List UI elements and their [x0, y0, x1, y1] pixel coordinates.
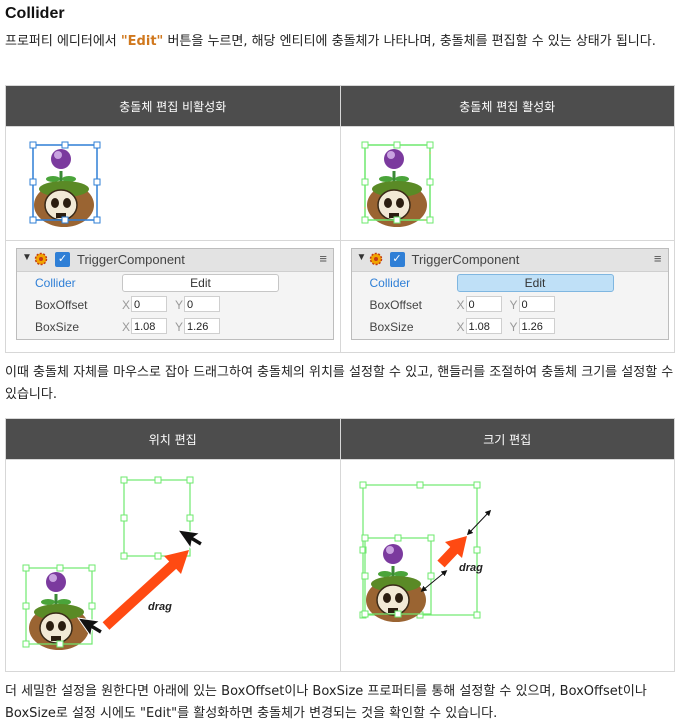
axis-y-label: Y [509, 320, 518, 334]
axis-y-label: Y [175, 298, 184, 312]
axis-x-label: X [122, 320, 131, 334]
resize-direction-arrow [436, 536, 467, 568]
position-edit-illustration: drag [22, 476, 204, 652]
boxsize-label: BoxSize [35, 320, 80, 334]
cell-inspector-disabled: ▼ ✓ TriggerComponent ≡ Collider Edit Box… [5, 240, 341, 353]
middle-paragraph: 이때 충돌체 자체를 마우스로 잡아 드래그하여 충돌체의 위치를 설정할 수 … [5, 365, 674, 402]
inspector-panel: ▼ ✓ TriggerComponent ≡ Collider Edit Box… [16, 248, 334, 340]
collider-handle[interactable] [361, 216, 368, 224]
chevron-down-icon[interactable]: ▼ [357, 252, 367, 263]
edit-button-active[interactable]: Edit [456, 274, 614, 292]
component-enabled-checkbox[interactable]: ✓ [389, 252, 405, 267]
component-menu-icon[interactable]: ≡ [654, 251, 662, 266]
component-enabled-checkbox[interactable]: ✓ [55, 252, 70, 267]
boxoffset-y-field[interactable]: 0 [184, 296, 220, 312]
edit-button[interactable]: Edit [122, 274, 279, 292]
boxsize-y-field[interactable]: 1.26 [518, 318, 555, 334]
component-name: TriggerComponent [411, 252, 520, 267]
collider-handle[interactable] [426, 141, 433, 149]
intro-text-after: 버튼을 누르면, 해당 엔티티에 충돌체가 나타나며, 충돌체를 편집할 수 있… [163, 34, 656, 49]
axis-y-label: Y [509, 298, 518, 312]
boxsize-row: BoxSize X 1.08 Y 1.26 [352, 316, 668, 338]
axis-x-label: X [456, 320, 465, 334]
drag-direction-arrow [102, 550, 189, 630]
drag-label: drag [459, 562, 483, 574]
boxoffset-label: BoxOffset [35, 298, 88, 312]
collider-handle[interactable] [393, 216, 400, 224]
drag-label: drag [148, 601, 172, 613]
selection-handle[interactable] [29, 178, 37, 186]
component-gear-icon [369, 252, 382, 266]
chevron-down-icon[interactable]: ▼ [22, 252, 32, 263]
boxsize-x-field[interactable]: 1.08 [465, 318, 502, 334]
selection-handle[interactable] [61, 141, 69, 149]
selection-handle[interactable] [61, 216, 69, 224]
component-name: TriggerComponent [77, 252, 185, 267]
cell-sprite-enabled [339, 126, 675, 241]
header-edit-enabled: 충돌체 편집 활성화 [339, 85, 675, 127]
boxoffset-row: BoxOffset X 0 Y 0 [352, 294, 668, 316]
collider-row: Collider Edit [352, 272, 668, 294]
sprite-collider-enabled [361, 141, 433, 229]
sprite-collider-disabled [29, 141, 101, 229]
selection-handle[interactable] [93, 141, 101, 149]
boxsize-label: BoxSize [369, 320, 414, 334]
boxoffset-row: BoxOffset X 0 Y 0 [17, 294, 333, 316]
intro-paragraph: 프로퍼티 에디터에서 "Edit" 버튼을 누르면, 해당 엔티티에 충돌체가 … [5, 31, 675, 53]
cell-sprite-disabled [5, 126, 341, 241]
component-menu-icon[interactable]: ≡ [319, 251, 327, 266]
header-position-edit: 위치 편집 [5, 418, 341, 460]
collider-label: Collider [369, 276, 411, 290]
boxoffset-x-field[interactable]: 0 [465, 296, 502, 312]
collider-handle[interactable] [426, 216, 433, 224]
selection-handle[interactable] [29, 216, 37, 224]
collider-target-box [123, 479, 191, 557]
component-gear-icon [34, 252, 48, 266]
collider-handle[interactable] [393, 141, 400, 149]
boxoffset-label: BoxOffset [369, 298, 422, 312]
collider-toggle-table: 충돌체 편집 비활성화 충돌체 편집 활성화 ▼ ✓ TriggerCompon… [5, 85, 675, 353]
collider-label: Collider [35, 276, 76, 290]
boxsize-y-field[interactable]: 1.26 [184, 318, 220, 334]
edit-highlight: "Edit" [120, 34, 164, 49]
header-edit-disabled: 충돌체 편집 비활성화 [5, 85, 341, 127]
cell-size-edit: drag [339, 459, 675, 672]
monster-sprite [27, 570, 91, 652]
axis-x-label: X [456, 298, 465, 312]
component-header: ▼ ✓ TriggerComponent ≡ [17, 249, 333, 272]
cell-inspector-enabled: ▼ ✓ TriggerComponent ≡ Collider Edit Box… [339, 240, 675, 353]
intro-text-before: 프로퍼티 에디터에서 [5, 34, 121, 49]
collider-handle[interactable] [426, 178, 433, 186]
selection-handle[interactable] [93, 178, 101, 186]
collider-handle[interactable] [361, 141, 368, 149]
monster-sprite [364, 542, 427, 624]
resize-cursor-icon [466, 509, 491, 536]
boxoffset-x-field[interactable]: 0 [131, 296, 167, 312]
header-size-edit: 크기 편집 [339, 418, 675, 460]
monster-sprite [32, 147, 96, 229]
axis-x-label: X [122, 298, 131, 312]
boxsize-x-field[interactable]: 1.08 [131, 318, 167, 334]
collider-edit-table: 위치 편집 크기 편집 drag drag [5, 418, 675, 672]
selection-handle[interactable] [93, 216, 101, 224]
component-header: ▼ ✓ TriggerComponent ≡ [351, 249, 668, 272]
section-title: Collider [5, 5, 65, 22]
mouse-cursor-icon [176, 529, 204, 550]
footer-paragraph: 더 세밀한 설정을 원한다면 아래에 있는 BoxOffset이나 BoxSiz… [5, 684, 647, 721]
collider-row: Collider Edit [17, 272, 333, 294]
boxsize-row: BoxSize X 1.08 Y 1.26 [17, 316, 333, 338]
size-edit-illustration: drag [359, 481, 491, 624]
document-page: Collider 프로퍼티 에디터에서 "Edit" 버튼을 누르면, 해당 엔… [0, 0, 681, 725]
inspector-panel: ▼ ✓ TriggerComponent ≡ Collider Edit Box… [350, 248, 669, 340]
selection-handle[interactable] [29, 141, 37, 149]
axis-y-label: Y [175, 320, 184, 334]
monster-sprite [365, 147, 428, 229]
boxoffset-y-field[interactable]: 0 [518, 296, 555, 312]
cell-position-edit: drag [5, 459, 341, 672]
collider-handle[interactable] [361, 178, 368, 186]
